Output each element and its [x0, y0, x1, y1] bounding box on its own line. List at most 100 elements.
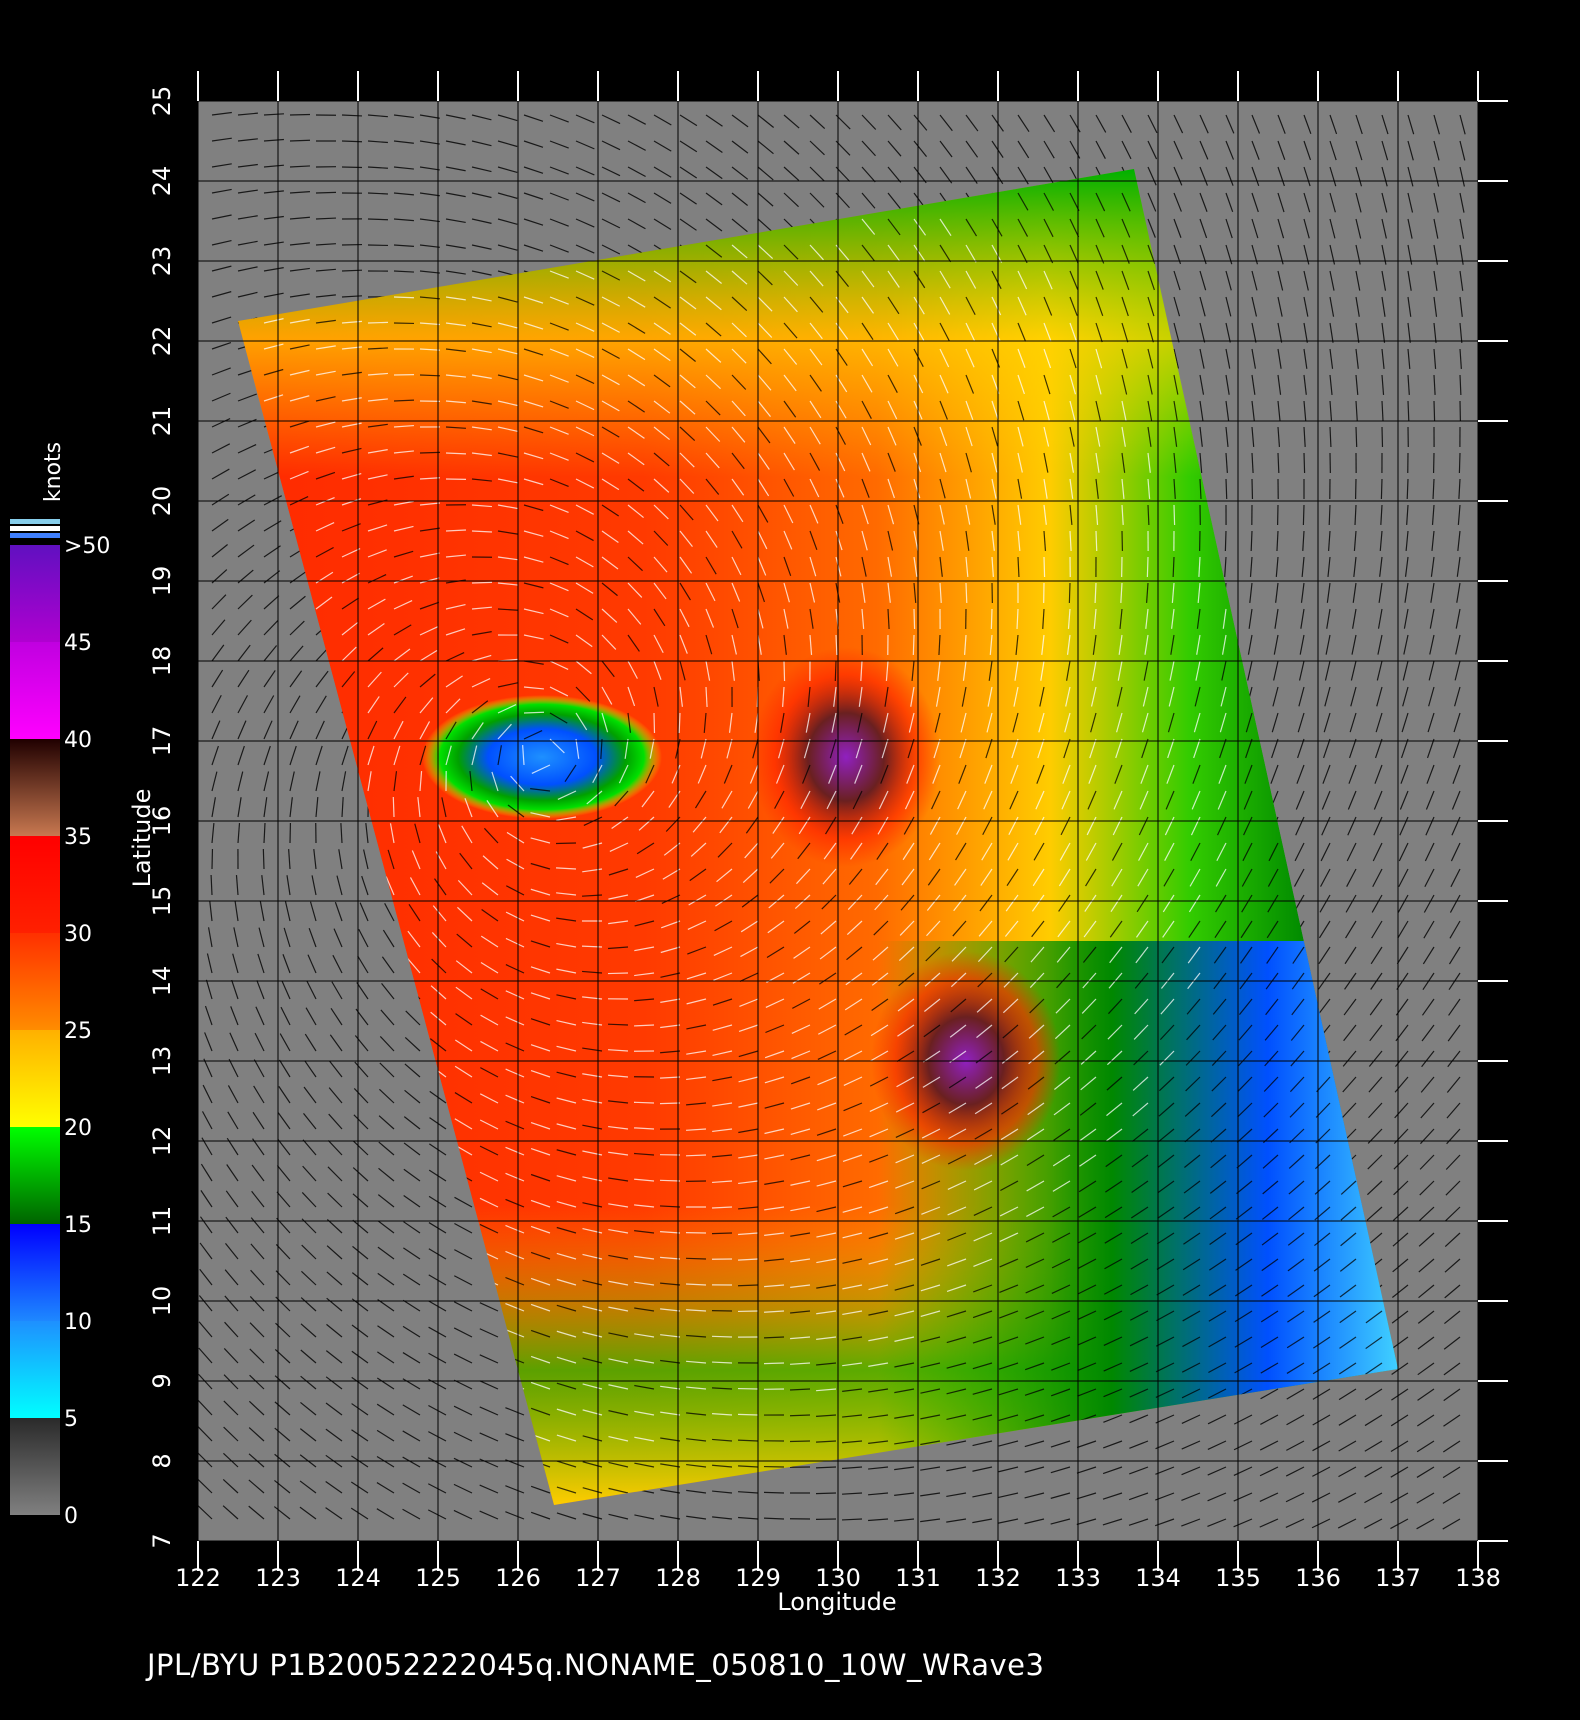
- longitude-label: 136: [1295, 1564, 1341, 1592]
- latitude-label: 8: [148, 1453, 176, 1468]
- latitude-label: 9: [148, 1373, 176, 1388]
- latitude-label: 25: [148, 86, 176, 117]
- latitude-label: 14: [148, 966, 176, 997]
- wind-barb: [737, 1284, 759, 1287]
- wind-barb: [685, 1154, 707, 1157]
- wind-barb: [341, 269, 363, 272]
- wind-barb: [1380, 478, 1383, 500]
- legend-band: [10, 739, 60, 836]
- longitude-label: 133: [1055, 1564, 1101, 1592]
- wind-speed-legend: knots >50 45 40 35 30 25 20 15 10 5 0: [10, 442, 110, 1529]
- wind-barb: [315, 191, 337, 194]
- latitude-label: 20: [148, 486, 176, 517]
- wind-barb: [659, 1179, 681, 1182]
- wind-barb: [737, 1413, 759, 1416]
- wind-barb: [815, 1492, 837, 1495]
- wind-barb: [1458, 452, 1461, 474]
- latitude-label: 19: [148, 566, 176, 597]
- wind-barb: [367, 218, 389, 221]
- longitude-label: 131: [895, 1564, 941, 1592]
- latitude-label: 18: [148, 646, 176, 677]
- latitude-label: 11: [148, 1206, 176, 1237]
- latitude-label: 17: [148, 726, 176, 757]
- y-axis-title: Latitude: [128, 789, 156, 888]
- wind-barb: [834, 660, 837, 682]
- longitude-label: 128: [655, 1564, 701, 1592]
- latitude-label: 23: [148, 246, 176, 277]
- wind-barb: [1250, 530, 1253, 552]
- wind-barb: [965, 582, 968, 604]
- legend-band: [10, 545, 60, 642]
- wind-barb: [789, 1414, 811, 1417]
- wind-barb: [1043, 556, 1046, 578]
- legend-band: [10, 1224, 60, 1321]
- wind-barb: [1407, 400, 1410, 422]
- wind-barb: [1095, 530, 1098, 552]
- wind-barb: [419, 451, 441, 454]
- wind-barb: [471, 581, 493, 584]
- longitude-label: 126: [495, 1564, 541, 1592]
- legend-overflow-band: [10, 526, 60, 531]
- wind-barb: [607, 972, 629, 975]
- wind-barb: [633, 1101, 655, 1104]
- wind-barb: [289, 139, 311, 142]
- wind-barb: [1277, 452, 1280, 474]
- footer-product-id: JPL/BYU P1B20052222045q.NONAME_050810_10…: [145, 1648, 1044, 1682]
- legend-band: [10, 836, 60, 933]
- latitude-label: 13: [148, 1046, 176, 1077]
- latitude-label: 21: [148, 406, 176, 437]
- wind-barb: [555, 842, 577, 845]
- longitude-label: 125: [415, 1564, 461, 1592]
- latitude-label: 7: [148, 1533, 176, 1548]
- legend-value-label: 35: [64, 825, 92, 850]
- longitude-label: 124: [335, 1564, 381, 1592]
- wind-barb: [523, 711, 545, 714]
- longitude-label: 123: [255, 1564, 301, 1592]
- longitude-label: 127: [575, 1564, 621, 1592]
- wind-barb: [419, 374, 441, 377]
- wind-barb: [1303, 452, 1306, 474]
- legend-value-label: 30: [64, 922, 92, 947]
- wind-barb: [1328, 504, 1331, 526]
- legend-band: [10, 933, 60, 1030]
- latitude-label: 10: [148, 1286, 176, 1317]
- latitude-label: 12: [148, 1126, 176, 1157]
- legend-value-label: 45: [64, 631, 92, 656]
- longitude-label: 129: [735, 1564, 781, 1592]
- wind-barb: [1173, 504, 1176, 526]
- wind-barb: [763, 1491, 785, 1494]
- wind-barb: [262, 848, 265, 870]
- longitude-label: 138: [1455, 1564, 1501, 1592]
- wind-barb: [711, 1232, 733, 1235]
- longitude-label: 122: [175, 1564, 221, 1592]
- wind-barb: [659, 1102, 681, 1105]
- wind-barb: [913, 608, 916, 630]
- legend-value-label: 0: [64, 1504, 78, 1529]
- latitude-label: 22: [148, 326, 176, 357]
- wind-barb: [1225, 478, 1228, 500]
- wind-barb: [1068, 582, 1071, 604]
- legend-overflow-band: [10, 519, 60, 524]
- legend-color-bar: [10, 519, 60, 1515]
- latitude-label: 15: [148, 886, 176, 917]
- legend-band: [10, 1321, 60, 1418]
- legend-value-label: 20: [64, 1116, 92, 1141]
- legend-labels: >50 45 40 35 30 25 20 15 10 5 0: [64, 534, 110, 1529]
- legend-title: knots: [41, 442, 66, 502]
- legend-value-label: 5: [64, 1407, 78, 1432]
- wind-barb: [912, 634, 915, 656]
- wind-barb: [1146, 556, 1149, 578]
- legend-band: [10, 642, 60, 739]
- wind-barb: [685, 1257, 707, 1260]
- wind-barb: [1355, 426, 1358, 448]
- longitude-label: 137: [1375, 1564, 1421, 1592]
- wind-barb: [607, 1023, 629, 1026]
- legend-value-label: 15: [64, 1213, 92, 1238]
- wind-barb: [763, 1362, 785, 1365]
- wind-barb: [990, 608, 993, 630]
- wind-barb: [367, 321, 389, 324]
- legend-value-label: 40: [64, 728, 92, 753]
- legend-value-label: 25: [64, 1019, 92, 1044]
- wind-barb: [711, 1335, 733, 1338]
- longitude-label: 135: [1215, 1564, 1261, 1592]
